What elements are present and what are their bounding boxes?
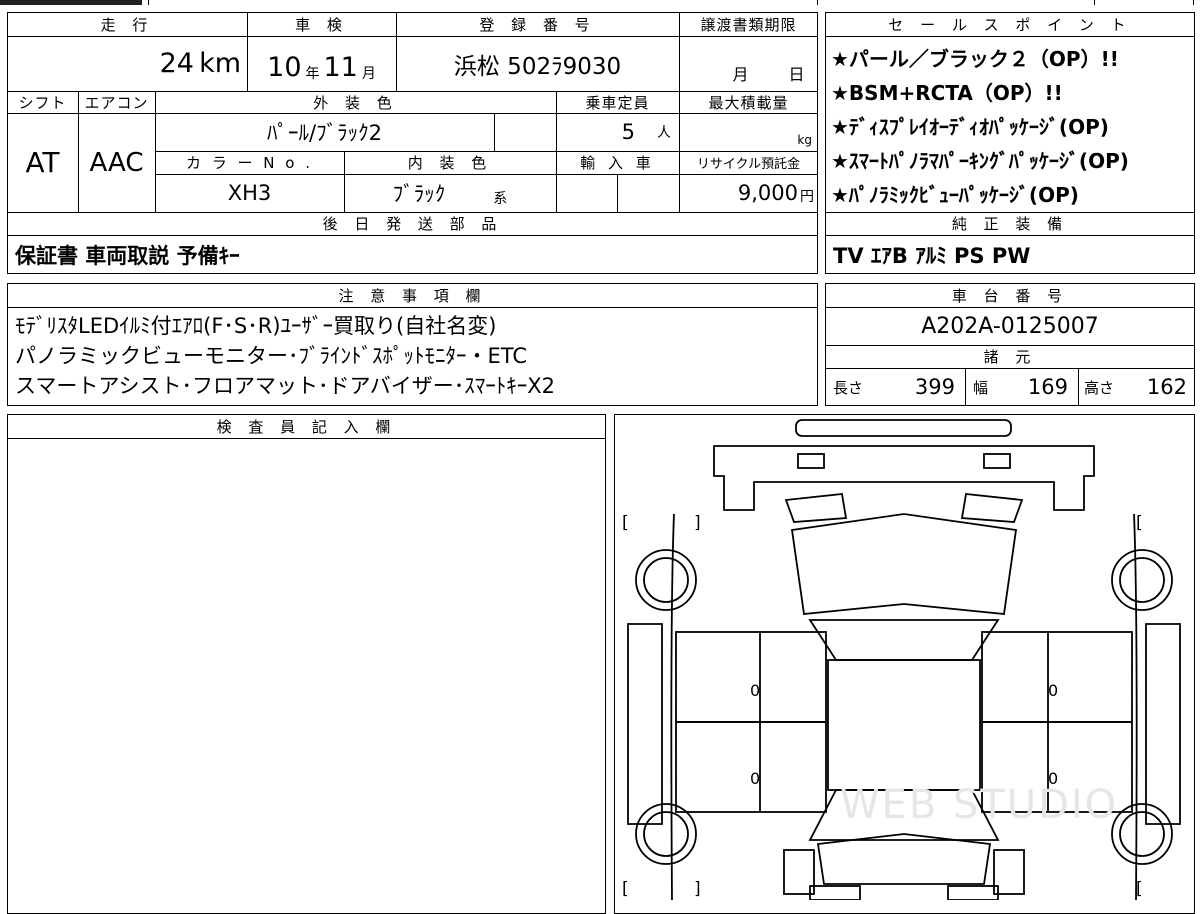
spec-height: 高さ 162 — [1084, 375, 1187, 399]
registration-value: 浜松 502ﾗ9030 — [453, 53, 622, 80]
aircon-header: エアコン — [84, 93, 149, 112]
chassis-no-header: 車 台 番 号 — [951, 286, 1069, 305]
diagram-zero-fr: 0 — [1048, 681, 1058, 700]
spec-length: 長さ 399 — [833, 375, 955, 399]
chassis-no-value: A202A-0125007 — [921, 313, 1099, 339]
inspection-header: 車 検 — [295, 15, 348, 34]
color-no-value: XH3 — [227, 181, 272, 205]
later-items-value: 保証書 車両取説 予備ｷｰ — [15, 243, 240, 268]
sales-points-list: ★パール／ブラック２（OP）!! ★BSM+RCTA（OP）!! ★ﾃﾞｨｽﾌﾟ… — [831, 42, 1191, 212]
shift-header: シフト — [18, 93, 67, 112]
recycle-header: リサイクル預託金 — [696, 157, 801, 172]
interior-color-value: ﾌﾞﾗｯｸ 系 — [392, 182, 508, 207]
import-header: 輸 入 車 — [580, 154, 655, 172]
specs-header: 諸 元 — [983, 348, 1037, 366]
note-line-2: パノラミックビューモニター･ﾌﾞﾗｲﾝﾄﾞｽﾎﾟｯﾄﾓﾆﾀｰ・ETC — [15, 344, 528, 368]
diagram-bracket-rl: [ ] — [622, 879, 731, 899]
aircon-value: AAC — [89, 147, 144, 178]
capacity-header: 乗車定員 — [585, 93, 650, 112]
sales-point-4: ★ｽﾏｰﾄﾊﾟﾉﾗﾏﾊﾟｰｷﾝｸﾞﾊﾟｯｹｰｼﾞ(OP) — [831, 149, 1129, 173]
sales-point-3: ★ﾃﾞｨｽﾌﾟﾚｲｵｰﾃﾞｨｵﾊﾟｯｹｰｼﾞ(OP) — [831, 115, 1109, 139]
note-line-3: スマートアシスト･フロアマット･ドアバイザー･ｽﾏｰﾄｷｰX2 — [15, 374, 555, 398]
max-load-header: 最大積載量 — [708, 93, 789, 112]
diagram-bracket-rr: [ ] — [1136, 879, 1195, 899]
top-strip-right — [1094, 0, 1194, 5]
capacity-value: 5 人 — [621, 120, 671, 144]
inspector-header: 検 査 員 記 入 欄 — [216, 417, 397, 436]
notes-header: 注 意 事 項 欄 — [338, 286, 487, 305]
mileage-value: 24 km — [159, 48, 241, 79]
max-load-value: kg — [797, 133, 812, 147]
spec-width: 幅 169 — [973, 375, 1068, 399]
transfer-deadline-header: 譲渡書類期限 — [700, 15, 797, 34]
shift-value: AT — [25, 146, 60, 179]
sales-point-2: ★BSM+RCTA（OP）!! — [831, 81, 1063, 105]
diagram-zero-fl: 0 — [750, 681, 760, 700]
registration-header: 登 録 番 号 — [479, 15, 596, 34]
top-dark-tab — [0, 0, 142, 5]
later-items-header: 後 日 発 送 部 品 — [322, 215, 503, 233]
mileage-header: 走 行 — [100, 15, 154, 34]
watermark: WEB STUDIO — [840, 782, 1119, 828]
genuine-equipment-header: 純 正 装 備 — [951, 215, 1069, 233]
genuine-equipment-value: TV ｴｱB ｱﾙﾐ PS PW — [833, 243, 1031, 268]
notes-list: ﾓﾃﾞﾘｽﾀLEDｲﾙﾐ付ｴｱﾛ(F･S･R)ﾕｰｻﾞｰ買取り(自社名変) パノ… — [15, 311, 815, 401]
diagram-zero-rl: 0 — [750, 769, 760, 788]
note-line-1: ﾓﾃﾞﾘｽﾀLEDｲﾙﾐ付ｴｱﾛ(F･S･R)ﾕｰｻﾞｰ買取り(自社名変) — [15, 314, 497, 338]
interior-color-header: 内 装 色 — [407, 154, 493, 172]
sales-points-header: セ ー ル ス ポ イ ン ト — [888, 15, 1132, 34]
transfer-deadline-value: 月 日 — [732, 65, 805, 84]
exterior-color-value: ﾊﾟｰﾙ/ﾌﾞﾗｯｸ2 — [267, 121, 382, 145]
color-no-header: カ ラ ー N o . — [185, 154, 313, 172]
top-strip — [148, 0, 818, 5]
inspection-value: 10 年 11 月 — [267, 52, 376, 83]
sales-point-5: ★ﾊﾟﾉﾗﾐｯｸﾋﾞｭｰﾊﾟｯｹｰｼﾞ(OP) — [831, 183, 1079, 207]
diagram-bracket-fr: [ ] — [1136, 513, 1195, 533]
exterior-color-header: 外 装 色 — [313, 93, 398, 112]
diagram-bracket-fl: [ ] — [622, 513, 731, 533]
inspector-box — [7, 414, 606, 914]
sales-point-1: ★パール／ブラック２（OP）!! — [831, 47, 1119, 71]
recycle-value: 9,000 円 — [737, 181, 814, 205]
